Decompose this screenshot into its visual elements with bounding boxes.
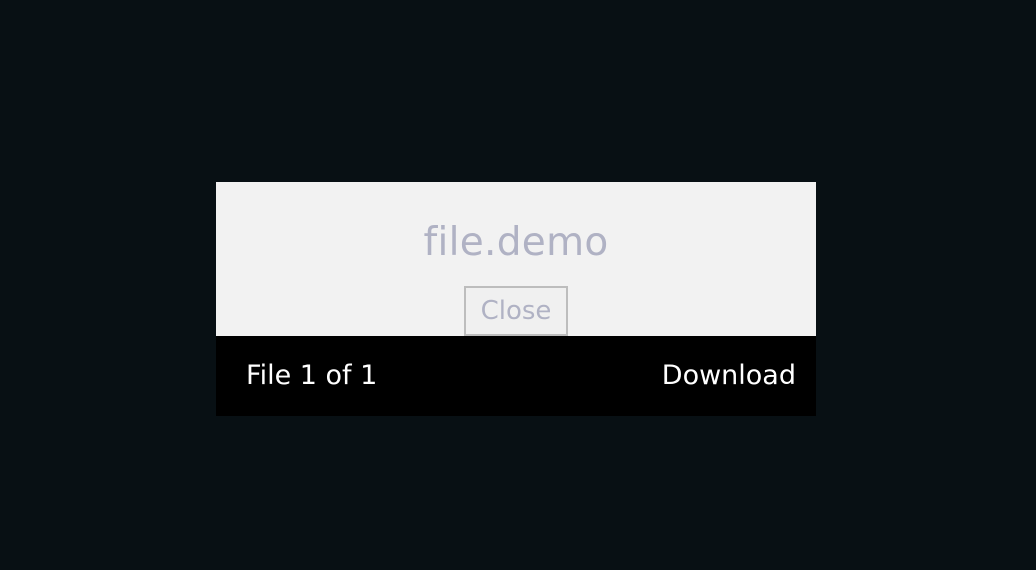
file-name-title: file.demo	[423, 220, 609, 265]
file-viewer-dialog: file.demo Close File 1 of 1 Download	[216, 182, 816, 416]
close-button[interactable]: Close	[464, 286, 568, 336]
file-preview-area: file.demo Close	[216, 182, 816, 336]
file-counter: File 1 of 1	[246, 360, 378, 391]
viewer-footer: File 1 of 1 Download	[216, 336, 816, 416]
download-link[interactable]: Download	[662, 358, 796, 394]
